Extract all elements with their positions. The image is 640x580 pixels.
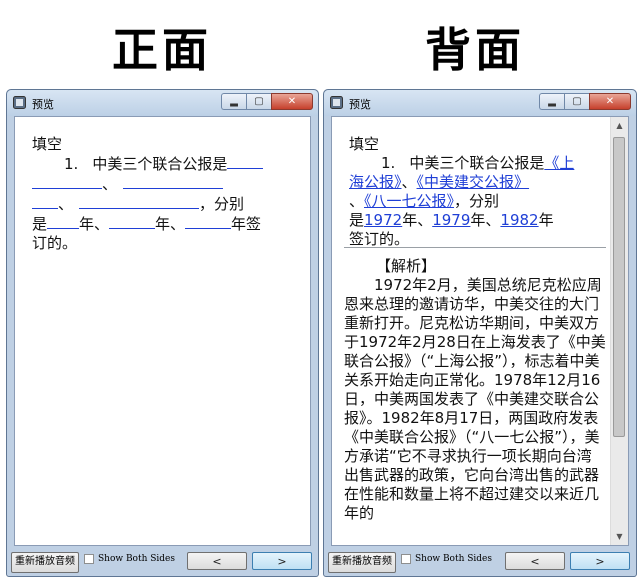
- text-nian: 年、: [470, 211, 501, 229]
- answer-1-cont: 海公报》: [349, 173, 402, 191]
- app-icon: [13, 96, 26, 109]
- app-icon: [330, 96, 343, 109]
- prev-button[interactable]: <: [505, 552, 565, 570]
- question-intro: 中美三个联合公报是: [409, 154, 545, 172]
- answer-year-2: 1979: [432, 211, 471, 229]
- blank-3: [79, 194, 200, 209]
- question-type-label: 填空: [349, 135, 380, 153]
- show-both-label: Show Both Sides: [98, 554, 176, 564]
- question-back: 填空 1. 中美三个联合公报是《上 海公报》、《中美建交公报》 、《八一七公报》，…: [349, 135, 604, 249]
- vertical-scrollbar[interactable]: ▲ ▼: [610, 117, 628, 545]
- text-nian-qian: 年签: [231, 215, 262, 233]
- blank-2: [123, 174, 224, 189]
- show-both-label: Show Both Sides: [415, 554, 493, 564]
- show-both-sides-toggle[interactable]: Show Both Sides: [401, 554, 492, 564]
- answer-year-3: 1982: [500, 211, 539, 229]
- analysis-body: 1972年2月，美国总统尼克松应周恩来总理的邀请访华，中美交往的大门重新打开。尼…: [344, 276, 606, 522]
- minimize-button[interactable]: ▂: [221, 93, 246, 110]
- bottom-toolbar: 重新播放音频 Show Both Sides < >: [11, 550, 314, 573]
- question-type-label: 填空: [32, 135, 63, 153]
- title-bar[interactable]: 预览 ▂ ▢ ✕: [324, 90, 636, 116]
- text-fenbie: ，分别: [199, 195, 245, 213]
- maximize-button[interactable]: ▢: [246, 93, 271, 110]
- window-title: 预览: [32, 98, 54, 111]
- divider: [344, 247, 606, 248]
- separator: 、: [58, 195, 74, 213]
- blank-2-cont: [32, 194, 58, 209]
- text-shi: 是: [349, 211, 365, 229]
- text-nian: 年、: [155, 215, 186, 233]
- blank-5: [109, 214, 156, 229]
- replay-audio-button[interactable]: 重新播放音频: [328, 552, 396, 573]
- question-intro: 中美三个联合公报是: [92, 155, 228, 173]
- next-button[interactable]: >: [252, 552, 312, 570]
- title-bar[interactable]: 预览 ▂ ▢ ✕: [7, 90, 318, 116]
- blank-1: [227, 154, 264, 169]
- prev-button[interactable]: <: [187, 552, 247, 570]
- question-number: 1.: [381, 154, 396, 172]
- blank-6: [185, 214, 232, 229]
- question-number: 1.: [64, 155, 79, 173]
- text-fenbie: ，分别: [454, 192, 500, 210]
- maximize-button[interactable]: ▢: [564, 93, 589, 110]
- separator: 、: [102, 175, 118, 193]
- bottom-toolbar: 重新播放音频 Show Both Sides < >: [328, 550, 632, 573]
- show-both-sides-toggle[interactable]: Show Both Sides: [84, 554, 175, 564]
- replay-audio-button[interactable]: 重新播放音频: [11, 552, 79, 573]
- scrollbar-thumb[interactable]: [613, 137, 625, 437]
- text-dingde: 订的。: [32, 234, 78, 252]
- checkbox[interactable]: [84, 554, 94, 564]
- separator: 、: [349, 192, 365, 210]
- analysis-heading: 【解析】: [376, 257, 437, 275]
- close-button[interactable]: ✕: [271, 93, 313, 110]
- blank-4: [47, 214, 80, 229]
- question-front: 填空 1. 中美三个联合公报是 、 、 ，分别 是 年、 年、 年签 订的。: [32, 135, 297, 253]
- text-nian: 年、: [79, 215, 110, 233]
- answer-1: 《上: [544, 154, 575, 172]
- scroll-down-arrow-icon[interactable]: ▼: [611, 528, 628, 545]
- preview-window-front: 预览 ▂ ▢ ✕ 填空 1. 中美三个联合公报是 、 、 ，分别 是 年、 年、 年签 订…: [6, 89, 319, 577]
- answer-2: 《中美建交公报》: [416, 173, 530, 191]
- window-title: 预览: [349, 98, 371, 111]
- blank-1-cont: [32, 174, 102, 189]
- answer-year-1: 1972: [364, 211, 403, 229]
- scroll-up-arrow-icon[interactable]: ▲: [611, 117, 628, 134]
- back-heading: 背面: [425, 23, 525, 77]
- card-content-back: 填空 1. 中美三个联合公报是《上 海公报》、《中美建交公报》 、《八一七公报》，…: [331, 116, 629, 546]
- card-content-front: 填空 1. 中美三个联合公报是 、 、 ，分别 是 年、 年、 年签 订的。: [14, 116, 311, 546]
- text-nian: 年: [538, 211, 554, 229]
- minimize-button[interactable]: ▂: [539, 93, 564, 110]
- text-shi: 是: [32, 215, 48, 233]
- front-heading: 正面: [112, 23, 212, 77]
- text-nian: 年、: [402, 211, 433, 229]
- answer-3: 《八一七公报》: [364, 192, 455, 210]
- next-button[interactable]: >: [570, 552, 630, 570]
- checkbox[interactable]: [401, 554, 411, 564]
- analysis-section: 【解析】 1972年2月，美国总统尼克松应周恩来总理的邀请访华，中美交往的大门重…: [344, 257, 606, 523]
- close-button[interactable]: ✕: [589, 93, 631, 110]
- preview-window-back: 预览 ▂ ▢ ✕ 填空 1. 中美三个联合公报是《上 海公报》、《中美建交公报》 …: [323, 89, 637, 577]
- separator: 、: [401, 173, 417, 191]
